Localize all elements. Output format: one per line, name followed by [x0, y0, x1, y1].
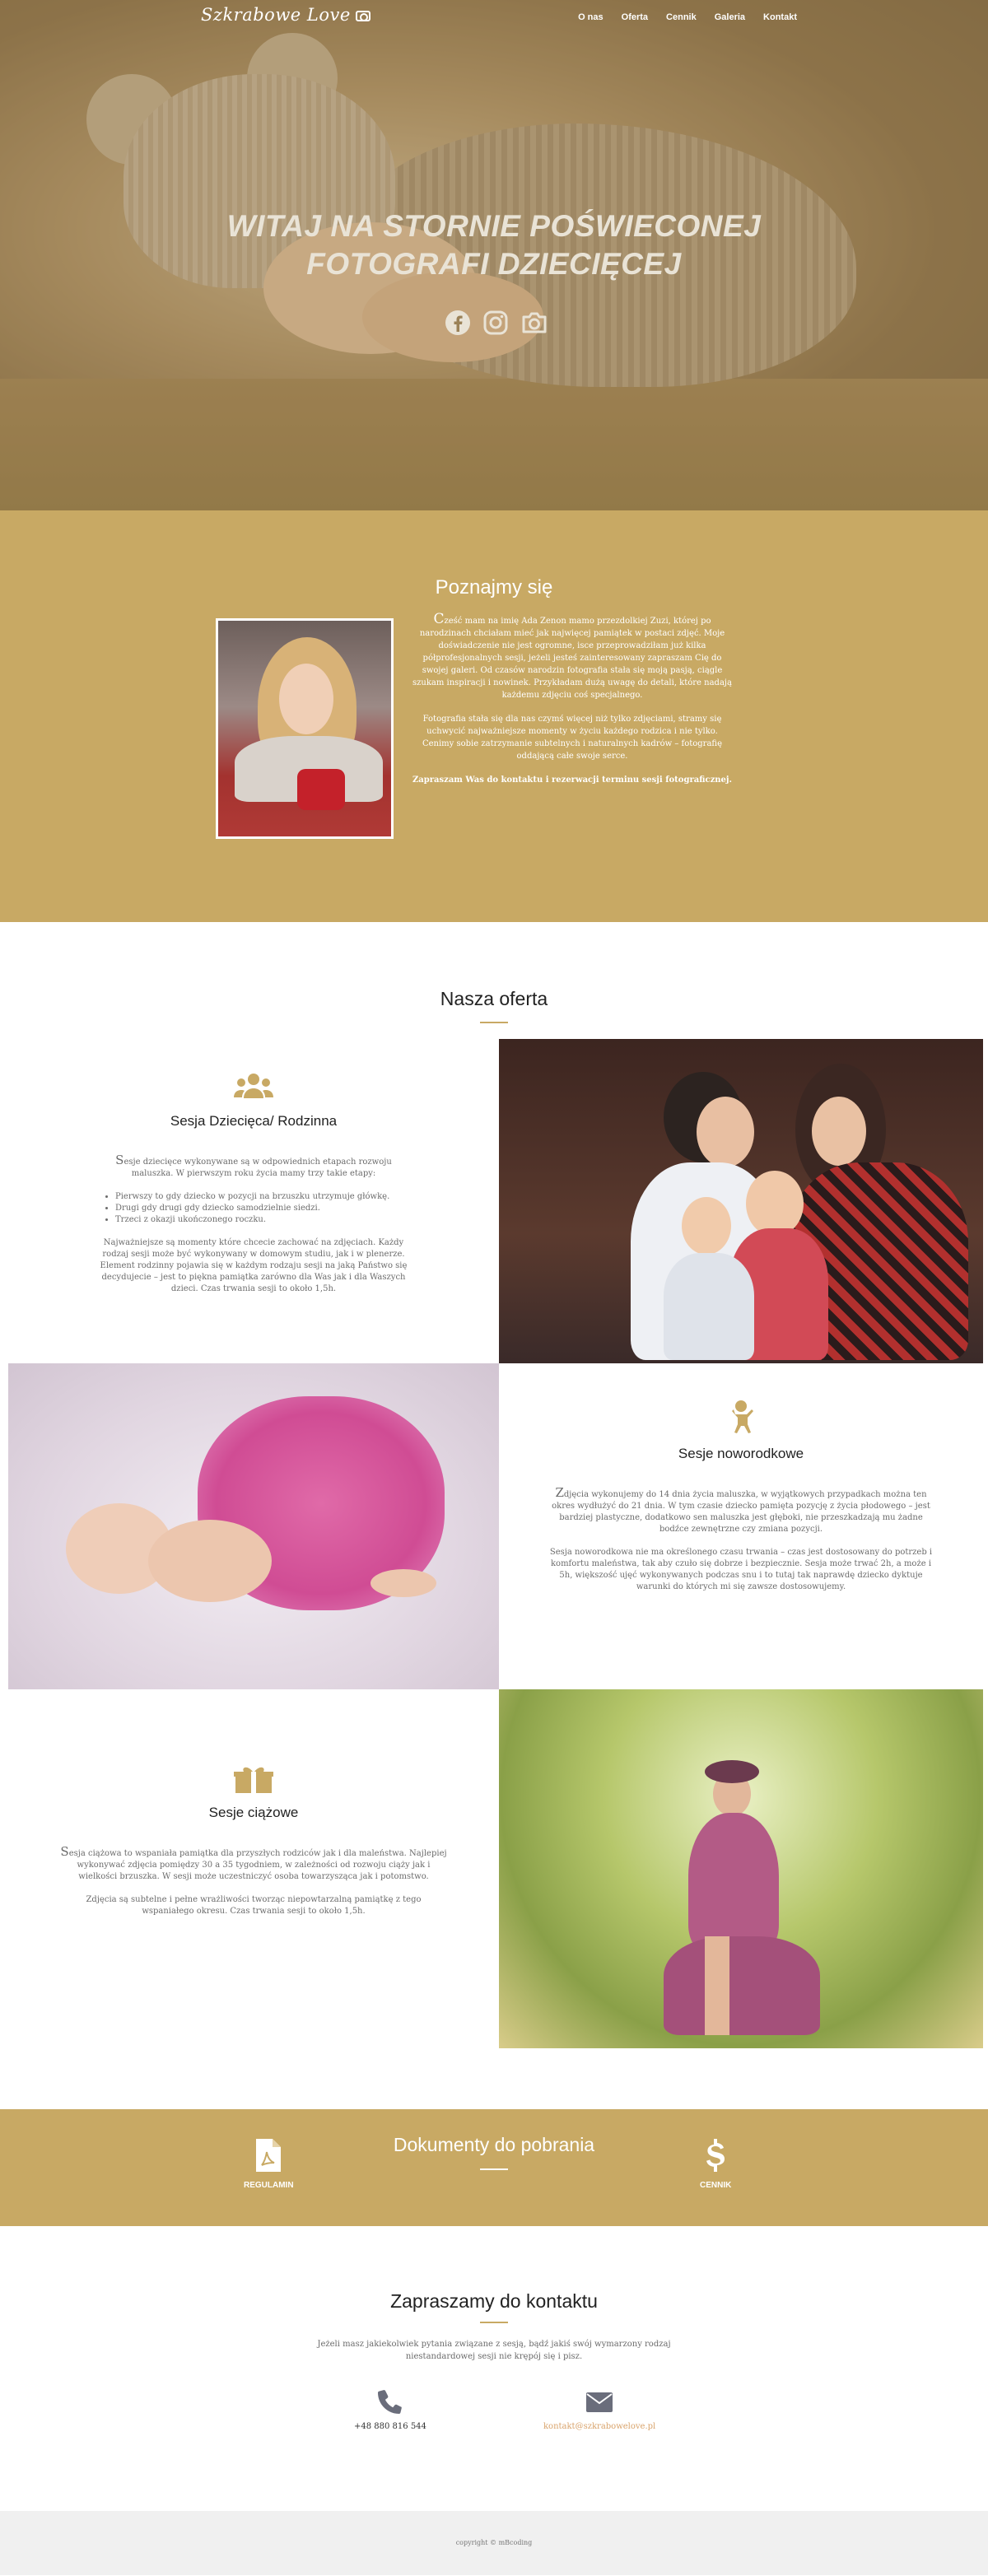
offer-card-outro: Sesja noworodkowa nie ma określonego cza… [549, 1548, 933, 1591]
portrait-mug [297, 769, 345, 810]
family-session-photo [499, 1039, 983, 1363]
photo-shape [812, 1097, 866, 1166]
phone-number[interactable]: +48 880 816 544 [354, 2422, 426, 2431]
offer-card-list: Pierwszy to gdy dziecko w pozycji na brz… [105, 1191, 410, 1226]
about-heading: Poznajmy się [435, 576, 553, 599]
photo-baby-body [148, 1520, 272, 1602]
documents-section: Dokumenty do pobrania REGULAMIN CENNIK [0, 2109, 988, 2226]
maternity-session-photo [499, 1689, 983, 2048]
photo-model-leg [705, 1936, 729, 2035]
offer-card-text: Zdjęcia wykonujemy do 14 dnia życia malu… [548, 1487, 934, 1593]
top-navigation: Szkrabowe Love O nas Oferta Cennik Galer… [0, 0, 988, 35]
offer-card-intro-text: esje dziecięce wykonywane są w odpowiedn… [124, 1158, 392, 1178]
facebook-icon[interactable] [445, 310, 471, 336]
heading-underline [480, 2168, 508, 2170]
portrait-face [279, 664, 333, 734]
social-links [445, 310, 547, 336]
contact-heading: Zapraszamy do kontaktu [390, 2290, 598, 2312]
hero-title-line1: WITAJ NA STORNIE POŚWIECONEJ [226, 209, 762, 243]
offer-card-title: Sesja Dziecięca/ Rodzinna [170, 1113, 338, 1129]
menu-item-galeria[interactable]: Galeria [715, 12, 745, 22]
photo-model-skirt [664, 1936, 820, 2035]
offer-card-text: Sesja ciążowa to wspaniała pamiątka dla … [60, 1846, 447, 1917]
about-paragraph-1: ześć mam na imię Ada Zenon mamo przezdol… [412, 617, 732, 700]
newborn-session-photo [8, 1363, 499, 1689]
about-paragraph-2: Fotografia stała się dla nas czymś więce… [422, 715, 723, 761]
about-portrait-photo [216, 618, 394, 839]
instagram-icon[interactable] [482, 310, 509, 336]
baby-icon [732, 1400, 753, 1433]
footer: copyright © mBcoding [0, 2511, 988, 2575]
email-address[interactable]: kontakt@szkrabowelove.pl [543, 2422, 655, 2431]
about-paragraph: Cześć mam na imię Ada Zenon mamo przezdo… [412, 613, 733, 701]
offer-card-family: Sesja Dziecięca/ Rodzinna Sesje dziecięc… [8, 1070, 499, 1307]
logo-text: Szkrabowe Love [201, 5, 351, 25]
offer-card-intro-text: esja ciążowa to wspaniała pamiątka dla p… [68, 1849, 447, 1881]
users-icon [234, 1074, 273, 1098]
photo-shape [746, 1171, 804, 1237]
photo-baby-leg [370, 1569, 436, 1597]
offer-card-intro-text: djęcia wykonujemy do 14 dnia życia malus… [552, 1490, 930, 1534]
phone-contact[interactable]: +48 880 816 544 [354, 2387, 426, 2431]
photo-shape [682, 1197, 731, 1255]
about-text: Cześć mam na imię Ada Zenon mamo przezdo… [412, 613, 733, 798]
about-paragraph-3: Zapraszam Was do kontaktu i rezerwacji t… [412, 774, 733, 786]
offer-card-newborn: Sesje noworodkowe Zdjęcia wykonujemy do … [499, 1400, 983, 1605]
offer-card-outro: Najważniejsze są momenty które chcecie z… [100, 1238, 408, 1293]
gift-icon [234, 1767, 273, 1793]
list-item: Trzeci z okazji ukończonego roczku. [115, 1214, 410, 1226]
menu-item-oferta[interactable]: Oferta [622, 12, 648, 22]
dollar-icon [706, 2139, 725, 2172]
photo-model-dress [688, 1813, 779, 1953]
regulamin-download-link[interactable]: REGULAMIN [244, 2137, 294, 2190]
dropcap: Z [555, 1485, 564, 1500]
menu-item-kontakt[interactable]: Kontakt [763, 12, 797, 22]
photo-shape [664, 1253, 754, 1360]
offer-card-outro: Zdjęcia są subtelne i pełne wrażliwości … [86, 1895, 422, 1916]
photo-shape [697, 1097, 754, 1167]
camera-icon[interactable] [520, 310, 547, 336]
cennik-download-link[interactable]: CENNIK [700, 2137, 731, 2190]
documents-heading: Dokumenty do pobrania [393, 2134, 595, 2155]
pdf-icon [256, 2139, 282, 2172]
contact-section: Zapraszamy do kontaktu Jeżeli masz jakie… [0, 2226, 988, 2511]
dropcap: S [60, 1844, 69, 1859]
offer-card-title: Sesje noworodkowe [678, 1446, 804, 1461]
list-item: Drugi gdy drugi gdy dziecko samodzielnie… [115, 1203, 410, 1214]
offer-card-intro: Zdjęcia wykonujemy do 14 dnia życia malu… [548, 1487, 934, 1535]
hero-title: WITAJ NA STORNIE POŚWIECONEJ FOTOGRAFI DZ… [0, 207, 988, 283]
cennik-label: CENNIK [700, 2181, 732, 2190]
site-logo[interactable]: Szkrabowe Love [201, 5, 370, 25]
phone-icon [377, 2390, 402, 2414]
hero-title-line2: FOTOGRAFI DZIECIĘCEJ [306, 247, 682, 281]
hero-banner: WITAJ NA STORNIE POŚWIECONEJ FOTOGRAFI DZ… [0, 0, 988, 510]
regulamin-label: REGULAMIN [244, 2181, 294, 2190]
menu-item-cennik[interactable]: Cennik [666, 12, 697, 22]
copyright-text: copyright © mBcoding [455, 2539, 533, 2546]
photo-model-hair [705, 1760, 759, 1783]
menu-item-o-nas[interactable]: O nas [578, 12, 604, 22]
offer-card-intro: Sesja ciążowa to wspaniała pamiątka dla … [60, 1846, 447, 1883]
about-cta-text: Zapraszam Was do kontaktu i rezerwacji t… [412, 776, 732, 785]
camera-icon [355, 11, 370, 21]
offer-card-intro: Sesje dziecięce wykonywane są w odpowied… [97, 1154, 410, 1180]
dropcap: S [115, 1153, 124, 1167]
heading-underline [480, 2322, 508, 2323]
offer-heading: Nasza oferta [440, 988, 548, 1009]
main-menu: O nas Oferta Cennik Galeria Kontakt [578, 12, 797, 22]
dropcap: C [433, 611, 445, 627]
offer-card-maternity: Sesje ciążowe Sesja ciążowa to wspaniała… [8, 1762, 499, 1929]
offer-section: Nasza oferta Sesja Dziecięca/ Rodzinna S… [0, 922, 988, 2109]
envelope-icon [586, 2392, 613, 2412]
list-item: Pierwszy to gdy dziecko w pozycji na brz… [115, 1191, 410, 1203]
offer-card-title: Sesje ciążowe [208, 1805, 299, 1820]
about-section: Poznajmy się Cześć mam na imię Ada Zenon… [0, 510, 988, 922]
email-contact[interactable]: kontakt@szkrabowelove.pl [543, 2387, 655, 2431]
heading-underline [480, 1022, 508, 1023]
offer-card-text: Sesje dziecięce wykonywane są w odpowied… [97, 1154, 410, 1295]
contact-intro: Jeżeli masz jakiekolwiek pytania związan… [317, 2340, 671, 2361]
